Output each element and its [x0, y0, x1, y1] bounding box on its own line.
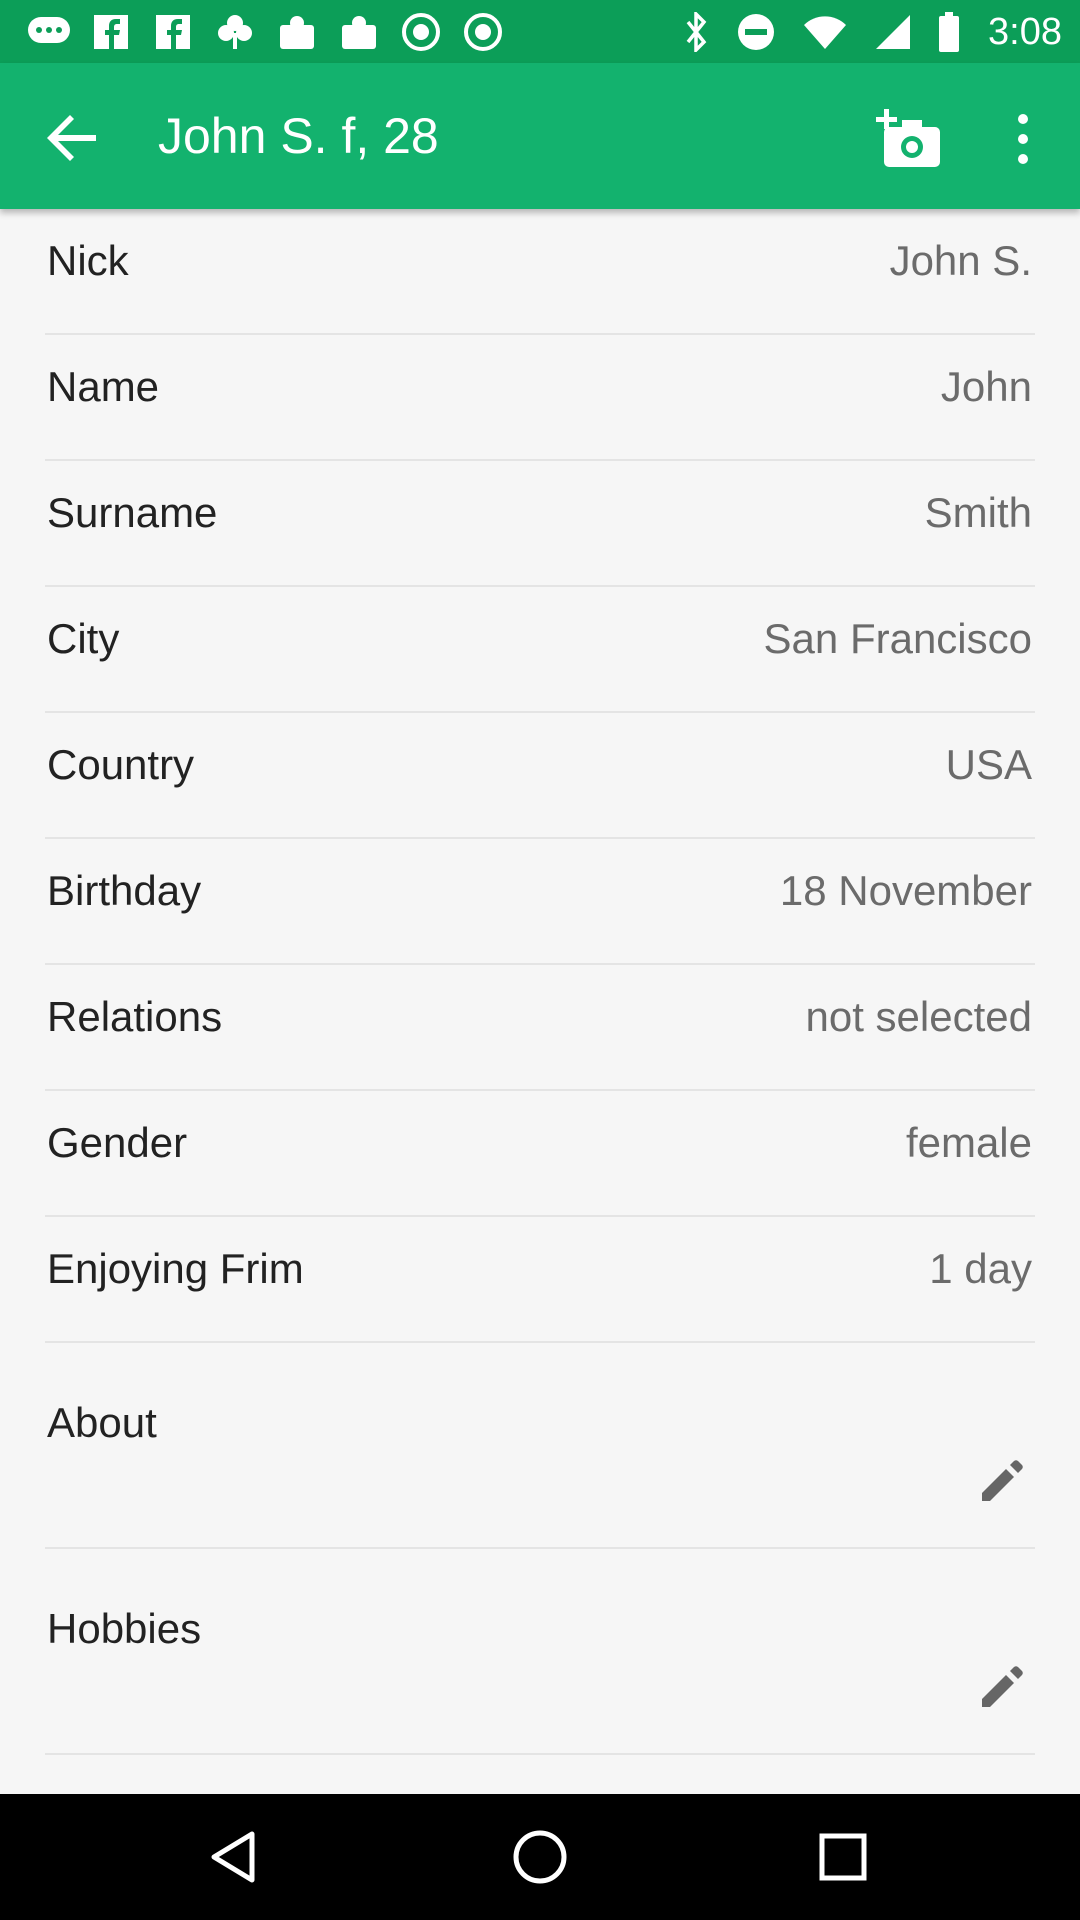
profile-row-birthday[interactable]: Birthday 18 November: [0, 839, 1080, 965]
battery-icon: [939, 12, 960, 52]
profile-row-city[interactable]: City San Francisco: [0, 587, 1080, 713]
row-label: Name: [47, 363, 160, 410]
notification-icons: [26, 12, 522, 52]
profile-row-surname[interactable]: Surname Smith: [0, 461, 1080, 587]
profile-row-relations[interactable]: Relations not selected: [0, 965, 1080, 1091]
divider: [45, 1753, 1035, 1755]
profile-list: Nick John S. Name John Surname Smith Cit…: [0, 209, 1080, 1755]
fb-icon: [156, 15, 190, 49]
system-nav-bar: [0, 1794, 1080, 1920]
profile-row-nick[interactable]: Nick John S.: [0, 209, 1080, 335]
puzzle-icon: [342, 16, 376, 49]
puzzle-icon: [280, 16, 314, 49]
profile-row-hobbies[interactable]: Hobbies: [0, 1549, 1080, 1755]
row-value: San Francisco: [763, 615, 1032, 662]
row-label: Birthday: [47, 867, 202, 914]
row-label: Nick: [47, 237, 129, 284]
system-status: 3:08: [656, 8, 1062, 56]
row-value: Smith: [924, 489, 1032, 536]
status-bar: 3:08: [0, 0, 1080, 63]
row-label: Hobbies: [47, 1605, 202, 1652]
row-value: female: [905, 1119, 1032, 1166]
row-value: 18 November: [779, 867, 1032, 914]
wifi-icon: [804, 16, 847, 49]
row-label: Gender: [47, 1119, 188, 1166]
profile-row-about[interactable]: About: [0, 1343, 1080, 1549]
row-label: Surname: [47, 489, 218, 536]
row-label: Relations: [47, 993, 223, 1040]
recents-square-icon[interactable]: [808, 1822, 878, 1892]
profile-row-enjoying-frim: Enjoying Frim 1 day: [0, 1217, 1080, 1343]
back-arrow-icon[interactable]: [38, 103, 108, 173]
page-title: John S. f, 28: [158, 108, 439, 164]
back-triangle-icon[interactable]: [200, 1822, 270, 1892]
profile-row-country[interactable]: Country USA: [0, 713, 1080, 839]
row-label: City: [47, 615, 120, 662]
abc13-icon: [402, 13, 440, 51]
clover-icon: [218, 15, 252, 49]
row-value: USA: [945, 741, 1032, 788]
bluetooth-icon: [686, 12, 707, 52]
row-value: John S.: [889, 237, 1032, 284]
pencil-icon[interactable]: [976, 1455, 1028, 1507]
clock: 3:08: [988, 10, 1062, 53]
fb-icon: [94, 15, 128, 49]
row-value: not selected: [805, 993, 1033, 1040]
profile-row-name[interactable]: Name John: [0, 335, 1080, 461]
add-photo-icon[interactable]: [876, 105, 946, 175]
row-label: Country: [47, 741, 195, 788]
home-circle-icon[interactable]: [505, 1822, 575, 1892]
pencil-icon[interactable]: [976, 1661, 1028, 1713]
row-value: John: [940, 363, 1032, 410]
overflow-menu-icon[interactable]: [1000, 105, 1046, 175]
chat-icon: [28, 17, 70, 43]
row-label: Enjoying Frim: [47, 1245, 304, 1292]
abc13-icon: [464, 13, 502, 51]
row-label: About: [47, 1399, 157, 1446]
do-not-disturb-icon: [738, 14, 775, 50]
profile-row-gender[interactable]: Gender female: [0, 1091, 1080, 1217]
app-bar: John S. f, 28: [0, 63, 1080, 209]
row-value: 1 day: [929, 1245, 1032, 1292]
signal-icon: [876, 15, 911, 49]
